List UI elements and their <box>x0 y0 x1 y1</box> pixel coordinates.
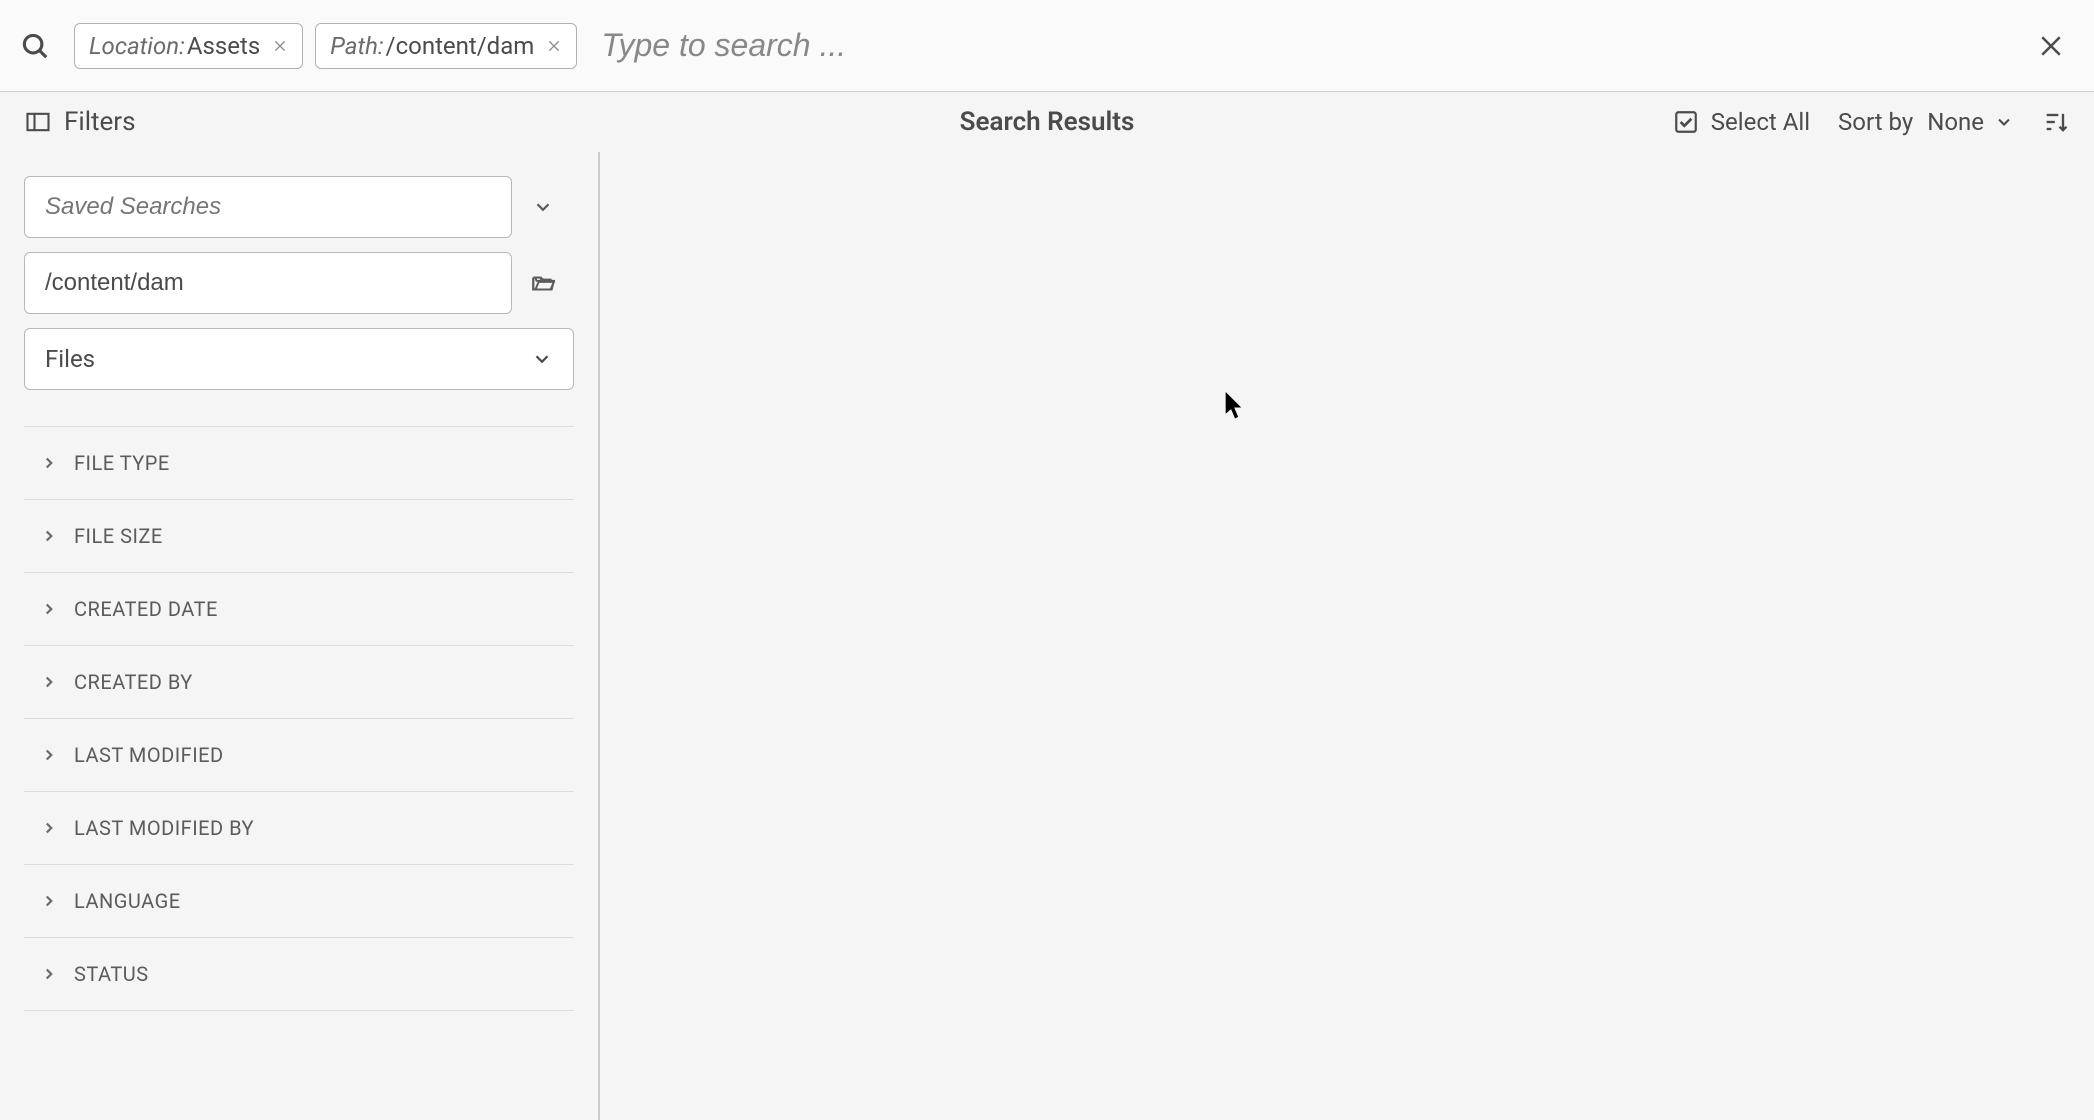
filter-section-label: FILE TYPE <box>74 451 170 475</box>
asset-type-value: Files <box>45 345 95 373</box>
results-area <box>600 152 2094 1120</box>
filter-section-label: FILE SIZE <box>74 524 163 548</box>
toolbar: Filters Search Results Select All Sort b… <box>0 92 2094 152</box>
filter-tag-label: Path: <box>330 32 383 60</box>
chevron-right-icon <box>40 527 58 545</box>
saved-searches-input[interactable] <box>24 176 512 238</box>
filter-section-label: CREATED BY <box>74 670 193 694</box>
chevron-right-icon <box>40 673 58 691</box>
chevron-right-icon <box>40 600 58 618</box>
filter-section-language[interactable]: LANGUAGE <box>24 864 574 937</box>
search-icon <box>20 31 50 61</box>
filter-section-last-modified[interactable]: LAST MODIFIED <box>24 718 574 791</box>
checkbox-icon <box>1673 109 1699 135</box>
search-bar: Location: Assets Path: /content/dam <box>0 0 2094 92</box>
sort-group: Sort by None <box>1838 108 2014 136</box>
filter-section-label: LAST MODIFIED <box>74 743 224 767</box>
filter-section-label: CREATED DATE <box>74 597 218 621</box>
filter-section-created-date[interactable]: CREATED DATE <box>24 572 574 645</box>
asset-type-select[interactable]: Files <box>24 328 574 390</box>
filter-section-label: LAST MODIFIED BY <box>74 816 254 840</box>
search-input[interactable] <box>589 19 2028 72</box>
folder-open-icon <box>530 270 556 296</box>
chevron-down-icon <box>532 196 554 218</box>
filters-toggle-button[interactable]: Filters <box>24 107 136 137</box>
select-all-label: Select All <box>1711 108 1810 136</box>
path-input[interactable] <box>24 252 512 314</box>
chevron-right-icon <box>40 454 58 472</box>
filter-tag-value: /content/dam <box>386 32 535 60</box>
close-icon[interactable] <box>546 38 562 54</box>
cursor-icon <box>1225 392 1245 420</box>
chevron-right-icon <box>40 892 58 910</box>
search-results-title: Search Results <box>960 107 1135 137</box>
filter-section-status[interactable]: STATUS <box>24 937 574 1011</box>
filters-label: Filters <box>64 107 136 137</box>
select-all-button[interactable]: Select All <box>1673 108 1810 136</box>
filter-section-last-modified-by[interactable]: LAST MODIFIED BY <box>24 791 574 864</box>
chevron-right-icon <box>40 746 58 764</box>
filter-tag-location[interactable]: Location: Assets <box>74 23 303 69</box>
filter-panel: Files FILE TYPE FILE SIZE CREATED DATE CREA… <box>0 152 600 1120</box>
sort-value: None <box>1927 108 1984 136</box>
filter-tag-label: Location: <box>89 32 185 60</box>
chevron-right-icon <box>40 965 58 983</box>
sort-direction-icon[interactable] <box>2042 108 2070 136</box>
filter-section-label: STATUS <box>74 962 149 986</box>
chevron-down-icon <box>1994 112 2014 132</box>
rail-left-icon <box>24 108 52 136</box>
close-search-icon[interactable] <box>2028 23 2074 69</box>
saved-searches-dropdown-button[interactable] <box>512 176 574 238</box>
sort-by-label: Sort by <box>1838 108 1913 136</box>
chevron-right-icon <box>40 819 58 837</box>
filter-tag-value: Assets <box>187 32 260 60</box>
chevron-down-icon <box>531 348 553 370</box>
filter-section-label: LANGUAGE <box>74 889 181 913</box>
filter-section-file-size[interactable]: FILE SIZE <box>24 499 574 572</box>
sort-dropdown[interactable]: None <box>1927 108 2014 136</box>
filter-section-file-type[interactable]: FILE TYPE <box>24 426 574 499</box>
path-browse-button[interactable] <box>512 252 574 314</box>
filter-tag-path[interactable]: Path: /content/dam <box>315 23 577 69</box>
filter-section-created-by[interactable]: CREATED BY <box>24 645 574 718</box>
close-icon[interactable] <box>272 38 288 54</box>
